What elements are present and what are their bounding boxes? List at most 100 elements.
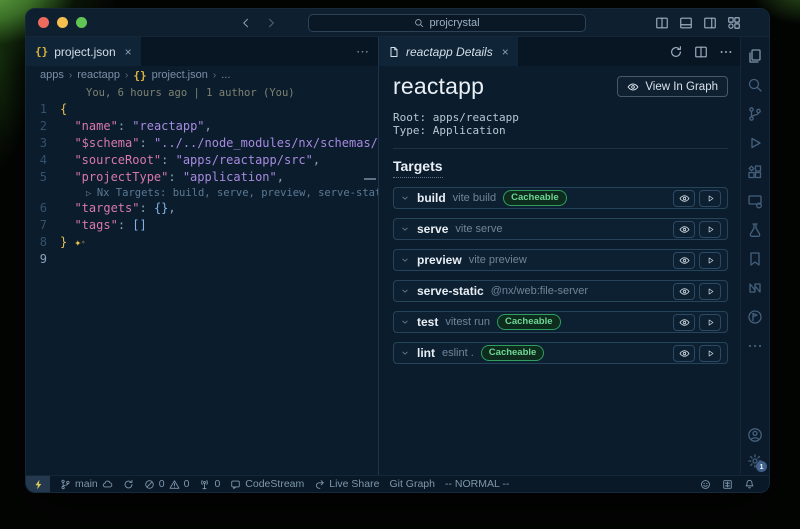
activity-remote-explorer[interactable] <box>747 193 763 209</box>
toggle-primary-sidebar-icon[interactable] <box>655 16 669 30</box>
breadcrumb-item-reactapp[interactable]: reactapp <box>77 69 120 81</box>
run-target-button[interactable] <box>699 345 721 362</box>
play-icon <box>706 225 715 234</box>
command-center-search[interactable]: projcrystal <box>308 14 586 32</box>
activity-more[interactable] <box>747 338 763 354</box>
feedback-smiley-icon[interactable] <box>700 479 711 490</box>
run-target-button[interactable] <box>699 221 721 238</box>
target-row-preview[interactable]: previewvite preview <box>393 249 728 271</box>
project-meta: Root: apps/reactapp Type: Application <box>393 111 728 137</box>
breadcrumb-item-apps[interactable]: apps <box>40 69 64 81</box>
run-target-button[interactable] <box>699 252 721 269</box>
codestream-status[interactable]: CodeStream <box>230 478 304 490</box>
breadcrumb-item-symbol[interactable]: ... <box>221 69 230 81</box>
view-target-button[interactable] <box>673 190 695 207</box>
activity-tour[interactable] <box>747 309 763 325</box>
remote-indicator[interactable] <box>26 476 50 492</box>
close-tab-icon[interactable]: × <box>502 45 509 59</box>
tour-icon <box>747 309 763 325</box>
git-branch-status[interactable]: main <box>60 478 113 490</box>
chevron-down-icon <box>400 255 410 265</box>
activity-extensions[interactable] <box>747 164 763 180</box>
share-icon <box>314 479 325 490</box>
view-target-button[interactable] <box>673 252 695 269</box>
more-icon <box>747 338 763 354</box>
code-line-3: 3 "$schema": "../../node_modules/nx/sche… <box>26 135 378 152</box>
target-row-test[interactable]: testvitest runCacheable <box>393 311 728 333</box>
tab-strip-more-icon[interactable]: ⋯ <box>356 37 370 66</box>
problems-status[interactable]: 0 0 <box>144 478 190 490</box>
bookmarks-icon <box>747 251 763 267</box>
line-number: 2 <box>26 118 60 135</box>
activity-files[interactable] <box>747 48 763 64</box>
run-target-button[interactable] <box>699 314 721 331</box>
workbench: {} project.json × ⋯ apps › reactapp › {}… <box>26 37 769 475</box>
view-target-button[interactable] <box>673 221 695 238</box>
activity-source-control[interactable] <box>747 106 763 122</box>
target-row-lint[interactable]: linteslint .Cacheable <box>393 342 728 364</box>
zoom-window-button[interactable] <box>76 17 87 28</box>
run-target-button[interactable] <box>699 283 721 300</box>
view-target-button[interactable] <box>673 345 695 362</box>
view-target-button[interactable] <box>673 314 695 331</box>
nx-console-icon <box>747 280 763 296</box>
ports-status[interactable]: 0 <box>199 478 220 490</box>
minimize-window-button[interactable] <box>57 17 68 28</box>
code-editor[interactable]: You, 6 hours ago | 1 author (You)1{2 "na… <box>26 84 378 475</box>
targets-list: buildvite buildCacheable servevite serve p… <box>393 187 728 364</box>
close-window-button[interactable] <box>38 17 49 28</box>
tab-reactapp-details[interactable]: reactapp Details × <box>379 37 518 66</box>
warning-count: 0 <box>184 478 190 490</box>
split-editor-icon[interactable] <box>694 45 708 59</box>
root-value: apps/reactapp <box>433 111 519 124</box>
type-value: Application <box>433 124 506 137</box>
activity-nx-console[interactable] <box>747 280 763 296</box>
toggle-panel-icon[interactable] <box>679 16 693 30</box>
gitgraph-status[interactable]: Git Graph <box>389 478 435 490</box>
play-icon <box>706 318 715 327</box>
code-line-6: 6 "targets": {}, <box>26 200 378 217</box>
notifications-bell-icon[interactable] <box>744 479 755 490</box>
gitgraph-label: Git Graph <box>389 478 435 490</box>
target-command: vite build <box>453 192 496 204</box>
refresh-icon[interactable] <box>669 45 683 59</box>
status-bar: main 0 0 0 CodeStream Live Share Git Gra… <box>26 475 769 492</box>
liveshare-status[interactable]: Live Share <box>314 478 379 490</box>
window-controls <box>38 17 87 28</box>
chevron-down-icon <box>400 286 410 296</box>
customize-layout-icon[interactable] <box>727 16 741 30</box>
close-tab-icon[interactable]: × <box>125 45 132 59</box>
more-actions-icon[interactable] <box>719 45 733 59</box>
target-row-build[interactable]: buildvite buildCacheable <box>393 187 728 209</box>
target-row-serve[interactable]: servevite serve <box>393 218 728 240</box>
view-target-button[interactable] <box>673 283 695 300</box>
view-in-graph-button[interactable]: View In Graph <box>617 76 728 97</box>
back-icon[interactable] <box>240 17 252 29</box>
toggle-secondary-sidebar-icon[interactable] <box>703 16 717 30</box>
line-number: 5 <box>26 169 60 186</box>
activity-search[interactable] <box>747 77 763 93</box>
comment-icon <box>230 479 241 490</box>
forward-icon[interactable] <box>265 17 277 29</box>
blame-codelens[interactable]: You, 6 hours ago | 1 author (You) <box>26 86 378 100</box>
run-target-button[interactable] <box>699 190 721 207</box>
source-control-icon <box>747 106 763 122</box>
activity-settings[interactable]: 1 <box>747 453 763 469</box>
ime-icon[interactable] <box>722 479 733 490</box>
chevron-down-icon <box>400 224 410 234</box>
root-label: Root: <box>393 111 426 124</box>
cloud-icon <box>102 479 113 490</box>
vscode-window: projcrystal {} project.json × ⋯ <box>25 8 770 493</box>
breadcrumb-item-file[interactable]: project.json <box>152 69 208 81</box>
eye-icon <box>679 193 690 204</box>
activity-testing[interactable] <box>747 222 763 238</box>
target-row-serve-static[interactable]: serve-static@nx/web:file-server <box>393 280 728 302</box>
activity-run-debug[interactable] <box>747 135 763 151</box>
nx-codelens[interactable]: ▷ Nx Targets: build, serve, preview, ser… <box>26 186 378 200</box>
code-line-1: 1{ <box>26 101 378 118</box>
chevron-right-icon: › <box>125 70 128 81</box>
activity-bookmarks[interactable] <box>747 251 763 267</box>
sync-status[interactable] <box>123 479 134 490</box>
tab-project-json[interactable]: {} project.json × <box>26 37 141 66</box>
activity-account[interactable] <box>747 427 763 443</box>
